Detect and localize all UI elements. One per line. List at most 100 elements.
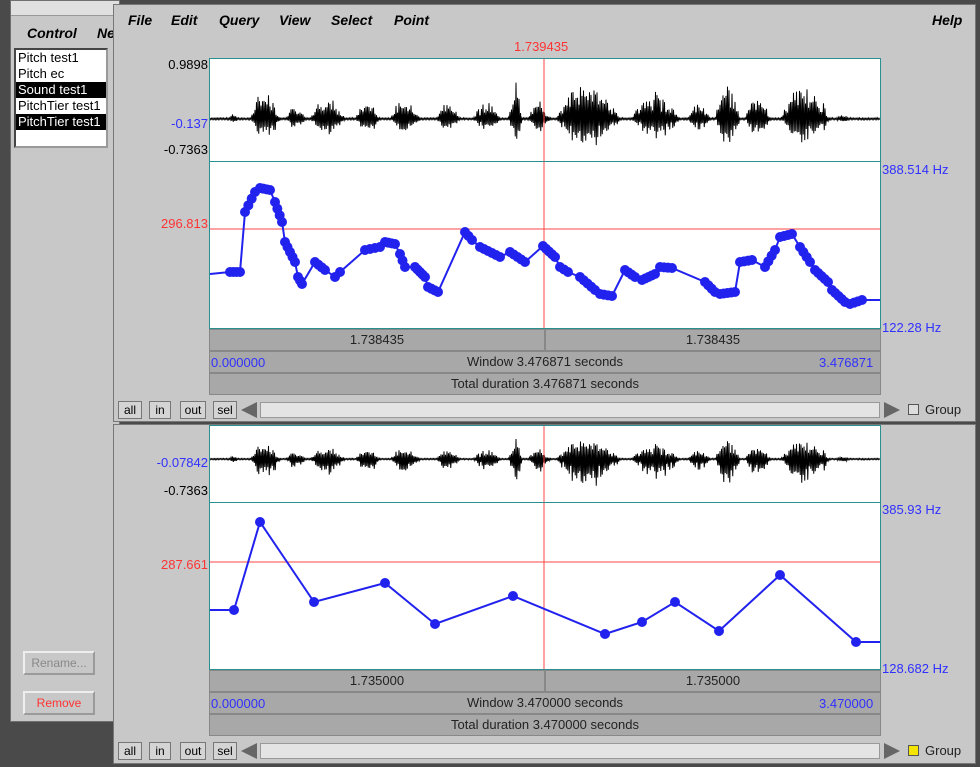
pitch-point [320,265,330,275]
pitch-tier-graph [210,162,880,328]
pitch-point [770,245,780,255]
pitch-point [235,267,245,277]
object-list-item[interactable]: PitchTier test1 [16,98,106,114]
pitch-bottom-label: 128.682 Hz [882,661,949,676]
group-label: Group [925,402,962,417]
editor-scrollbar-row: all in out sel Group [118,742,973,760]
pitch-point [550,252,560,262]
sound-min-label: -0.7363 [163,142,208,157]
window-start-label: 0.000000 [211,696,266,711]
editor-scrollbar-row: all in out sel Group [118,401,973,419]
group-checkbox[interactable] [908,745,919,756]
object-list-item[interactable]: PitchTier test1 [16,114,106,130]
total-duration-timebar[interactable]: Total duration 3.470000 seconds [209,714,881,736]
window-start-label: 0.000000 [211,355,266,370]
pitch-tier-graph [210,503,880,669]
pitch-point [851,637,861,647]
zoom-sel-button[interactable]: sel [213,401,237,419]
menu-point[interactable]: Point [394,12,429,28]
waveform-trace [210,82,880,146]
pitch-point [433,287,443,297]
horizontal-scrollbar[interactable] [260,743,880,759]
waveform-graph [210,426,880,502]
zoom-out-button[interactable]: out [180,401,206,419]
scroll-right-arrow-icon[interactable] [884,402,900,418]
pitch-point [297,279,307,289]
pitch-point [229,605,239,615]
group-label: Group [925,743,962,758]
menu-edit[interactable]: Edit [171,12,197,28]
sound-max-label: 0.9898 [168,57,208,72]
pitch-point [637,617,647,627]
window-end-label: 3.476871 [819,355,874,370]
menu-file[interactable]: File [128,12,152,28]
zoom-all-button[interactable]: all [118,401,142,419]
zoom-all-button[interactable]: all [118,742,142,760]
object-list-item[interactable]: Pitch ec [16,66,106,82]
pitch-point [667,263,677,273]
horizontal-scrollbar[interactable] [260,402,880,418]
pitch-point [380,578,390,588]
pitch-tier-panel[interactable] [209,502,881,670]
object-window-menubar: Control Ne [11,25,119,45]
zoom-out-button[interactable]: out [180,742,206,760]
remove-button[interactable]: Remove [23,691,95,715]
pitch-point [563,267,573,277]
window-end-label: 3.470000 [819,696,874,711]
pitch-point [600,629,610,639]
sound-mid-label: -0.137 [171,116,208,131]
object-list-item[interactable]: Sound test1 [16,82,106,98]
pitch-point [670,597,680,607]
scroll-right-arrow-icon[interactable] [884,743,900,759]
rename-button[interactable]: Rename... [23,651,95,675]
total-duration-timebar[interactable]: Total duration 3.476871 seconds [209,373,881,395]
waveform-graph [210,59,880,161]
menu-help[interactable]: Help [932,12,962,28]
pitch-tier-panel[interactable] [209,161,881,329]
scroll-left-arrow-icon[interactable] [241,743,257,759]
object-window-titlebar [11,1,119,16]
editor-menubar: File Edit Query View Select Point Help [114,5,975,35]
left-half-timebar[interactable]: 1.735000 [209,670,545,692]
pitch-point [857,295,867,305]
zoom-sel-button[interactable]: sel [213,742,237,760]
cursor-time-label: 1.739435 [514,39,569,54]
pitch-contour [210,519,880,643]
window-text: Window 3.476871 seconds [466,354,624,369]
pitchtier-editor-top: File Edit Query View Select Point Help 1… [113,4,976,422]
zoom-in-button[interactable]: in [149,742,171,760]
pitch-point [467,235,477,245]
menu-control[interactable]: Control [27,25,77,41]
pitch-point [508,591,518,601]
menu-select[interactable]: Select [331,12,372,28]
pitch-point [290,257,300,267]
pitch-point [265,185,275,195]
sound-waveform-panel[interactable] [209,58,881,162]
pitch-top-label: 385.93 Hz [882,502,942,517]
left-half-timebar[interactable]: 1.738435 [209,329,545,351]
pitch-cursor-label: 296.813 [161,216,208,231]
pitchtier-editor-bottom: -0.07842 -0.7363 287.661 385.93 Hz 128.6… [113,424,976,764]
right-half-timebar[interactable]: 1.738435 [545,329,881,351]
sound-min-label: -0.7363 [163,483,208,498]
object-list-item[interactable]: Pitch test1 [16,50,106,66]
scroll-left-arrow-icon[interactable] [241,402,257,418]
pitch-point [495,252,505,262]
pitch-point [430,619,440,629]
window-timebar[interactable]: Window 3.476871 seconds [209,351,881,373]
sound-mid-label: -0.07842 [156,455,208,470]
window-text: Window 3.470000 seconds [466,695,624,710]
pitch-point [255,517,265,527]
zoom-in-button[interactable]: in [149,401,171,419]
menu-view[interactable]: View [279,12,310,28]
pitch-point [335,267,345,277]
right-half-timebar[interactable]: 1.735000 [545,670,881,692]
window-timebar[interactable]: Window 3.470000 seconds [209,692,881,714]
pitch-point [775,570,785,580]
menu-query[interactable]: Query [219,12,259,28]
group-checkbox[interactable] [908,404,919,415]
sound-waveform-panel[interactable] [209,425,881,503]
object-list[interactable]: Pitch test1 Pitch ec Sound test1 PitchTi… [14,48,108,148]
pitch-point [607,291,617,301]
pitch-point [400,262,410,272]
